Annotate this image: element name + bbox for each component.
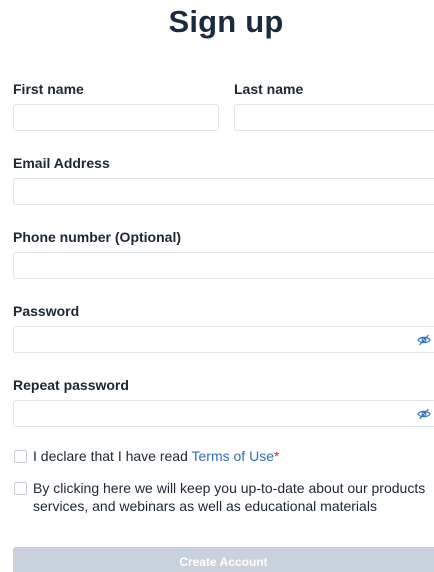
phone-input[interactable] <box>13 252 434 279</box>
last-name-label: Last name <box>234 81 304 97</box>
first-name-input[interactable] <box>13 104 219 131</box>
marketing-checkbox[interactable] <box>14 482 27 495</box>
create-account-button[interactable]: Create Account <box>13 547 434 572</box>
first-name-label: First name <box>13 81 84 97</box>
terms-checkbox[interactable] <box>14 450 27 463</box>
last-name-input[interactable] <box>234 104 434 131</box>
required-mark: * <box>273 448 280 464</box>
terms-prefix: I declare that I have read <box>33 448 192 464</box>
email-input[interactable] <box>13 178 434 205</box>
signup-page: Sign up First name Last name Email Addre… <box>0 0 434 572</box>
marketing-text-line2: services, and webinars as well as educat… <box>33 498 377 514</box>
page-title: Sign up <box>168 4 284 39</box>
password-label: Password <box>13 303 80 319</box>
marketing-text-line1: By clicking here we will keep you up-to-… <box>33 480 426 496</box>
repeat-password-label: Repeat password <box>13 377 129 393</box>
terms-of-use-link[interactable]: Terms of Use <box>192 448 274 464</box>
phone-label: Phone number (Optional) <box>13 229 181 245</box>
terms-text: I declare that I have read Terms of Use* <box>33 448 279 465</box>
repeat-password-input[interactable] <box>13 400 434 427</box>
eye-slash-icon[interactable] <box>417 407 431 421</box>
email-label: Email Address <box>13 155 110 171</box>
eye-slash-icon[interactable] <box>417 333 431 347</box>
password-input[interactable] <box>13 326 434 353</box>
